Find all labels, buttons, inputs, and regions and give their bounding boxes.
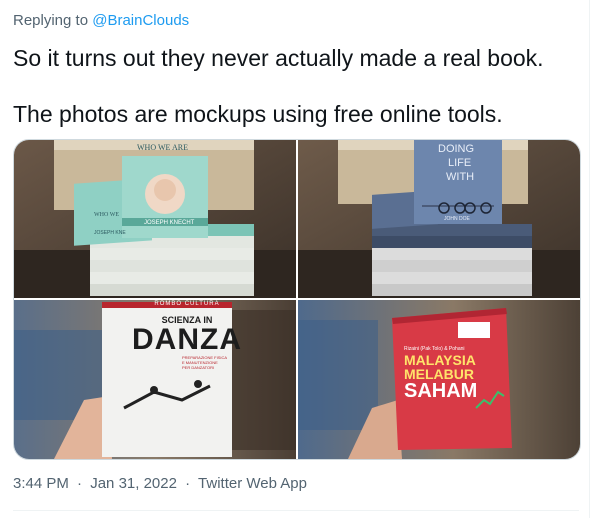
cover-author: JOHN DOE [444,216,471,222]
divider [13,510,579,511]
meta-separator: · [77,475,83,492]
tweet-line-1: So it turns out they never actually made… [13,45,544,71]
book-title-line-1: MALAYSIA [404,352,476,368]
publisher-label: ROMBO CULTURA [154,301,220,307]
photo-2-image: DOING LIFE WITH JOHN DOE [298,140,580,298]
subtitle-3: PER DANZATORI [182,365,215,370]
cover-title-1: DOING [438,143,474,155]
photo-1[interactable]: WHO WE ARE JOSEPH KNECHT WHO WE JOSEPH K… [14,140,296,298]
book-title-line-3: SAHAM [404,380,478,402]
meta-separator: · [185,475,191,492]
photo-4-cover-text: Rizaini (Pak Tolo) & Pohani MALAYSIA MEL… [404,346,514,401]
media-grid: WHO WE ARE JOSEPH KNECHT WHO WE JOSEPH K… [13,139,581,460]
book-title-line-2: MELABUR [404,366,474,382]
spine-title: WHO WE [94,212,119,218]
photo-1-image: WHO WE ARE JOSEPH KNECHT WHO WE JOSEPH K… [14,140,296,298]
tweet-detail: Replying to @BrainClouds So it turns out… [0,0,590,518]
reply-handle-link[interactable]: @BrainClouds [92,12,189,29]
photo-2[interactable]: DOING LIFE WITH JOHN DOE [298,140,580,298]
source-app-link[interactable]: Twitter Web App [198,475,307,492]
replying-to: Replying to @BrainClouds [13,12,189,29]
tweet-date[interactable]: Jan 31, 2022 [90,475,177,492]
cover-title-3: WITH [446,171,474,183]
cover-author: JOSEPH KNECHT [144,220,195,226]
photo-4[interactable]: Rizaini (Pak Tolo) & Pohani MALAYSIA MEL… [298,300,580,459]
tweet-text: So it turns out they never actually made… [13,44,573,128]
cover-title-2: LIFE [448,157,471,169]
tweet-metadata: 3:44 PM · Jan 31, 2022 · Twitter Web App [13,475,307,492]
tweet-time[interactable]: 3:44 PM [13,475,69,492]
photo-3[interactable]: ROMBO CULTURA SCIENZA IN DANZA PREPARAZI… [14,300,296,459]
cover-title: WHO WE ARE [137,143,188,152]
book-title-line-2: DANZA [132,323,242,356]
photo-3-cover-text: ROMBO CULTURA SCIENZA IN DANZA PREPARAZI… [122,300,252,370]
replying-to-label: Replying to [13,12,89,29]
spine-author: JOSEPH KNE [94,230,126,236]
tweet-line-2: The photos are mockups using free online… [13,101,503,127]
